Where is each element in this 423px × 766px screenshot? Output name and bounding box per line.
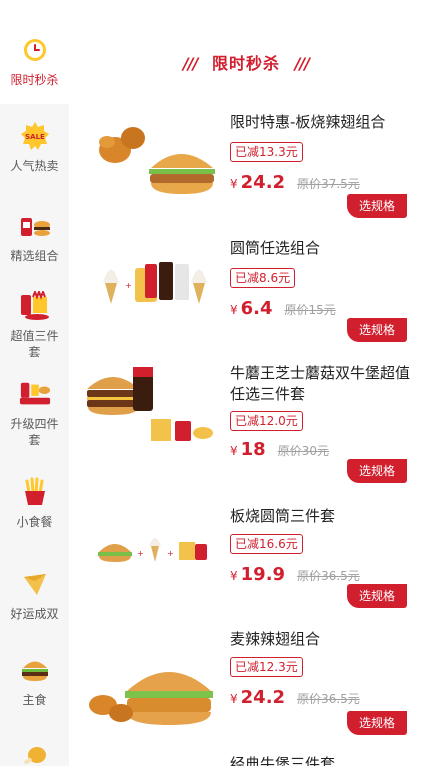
svg-text:SALE: SALE	[25, 133, 45, 141]
sidebar-item-three-piece[interactable]: 超值三件套	[0, 290, 69, 360]
product-card[interactable]: + 圆筒任选组合 已减8.6元 ¥ 6.4 原价15元 选规格	[69, 238, 423, 366]
sidebar-item-more[interactable]	[0, 740, 69, 766]
product-image	[83, 651, 223, 751]
price-row: ¥ 24.2 原价36.5元	[230, 687, 360, 708]
product-name: 圆筒任选组合	[230, 239, 321, 257]
sidebar-item-flash-sale[interactable]: 限时秒杀	[0, 0, 69, 104]
clock-icon	[19, 34, 51, 66]
price-row: ¥ 19.9 原价36.5元	[230, 564, 360, 585]
product-name: 限时特惠-板烧辣翅组合	[230, 113, 386, 131]
pie-icon	[19, 568, 51, 600]
sidebar-item-label: 小食餐	[16, 515, 53, 529]
category-sidebar: 限时秒杀 SALE 人气热卖 精选组合 超值三件套 升级四件套 小食餐 好运成双…	[0, 0, 69, 766]
product-name: 经典牛堡三件套	[230, 755, 336, 766]
currency-symbol: ¥	[230, 177, 238, 191]
sale-price: 24.2	[240, 687, 286, 708]
currency-symbol: ¥	[230, 303, 238, 317]
fries-icon	[19, 476, 51, 508]
currency-symbol: ¥	[230, 692, 238, 706]
three-piece-set-icon	[19, 290, 51, 322]
price-row: ¥ 6.4 原价15元	[230, 298, 336, 319]
sale-price: 6.4	[240, 298, 273, 319]
section-title-text: 限时秒杀	[211, 54, 280, 73]
select-spec-button[interactable]: 选规格	[347, 194, 407, 218]
original-price: 原价36.5元	[297, 569, 360, 583]
select-spec-button[interactable]: 选规格	[347, 459, 407, 483]
product-name: 板烧圆筒三件套	[230, 507, 336, 525]
product-image: +	[83, 238, 223, 338]
product-card[interactable]: 麦辣辣翅组合 已减12.3元 ¥ 24.2 原价36.5元 选规格	[69, 629, 423, 757]
discount-badge: 已减12.3元	[230, 657, 303, 677]
original-price: 原价30元	[277, 444, 329, 458]
section-title: /// 限时秒杀 ///	[69, 50, 423, 74]
currency-symbol: ¥	[230, 569, 238, 583]
decorative-slashes-icon: ///	[294, 54, 311, 73]
sidebar-item-label: 限时秒杀	[10, 73, 59, 87]
four-piece-set-icon	[19, 378, 51, 410]
sidebar-item-label: 主食	[22, 693, 47, 707]
product-card[interactable]: + + 板烧圆筒三件套 已减16.6元 ¥ 19.9 原价36.5元 选规格	[69, 506, 423, 634]
product-image: + +	[83, 506, 223, 606]
drumstick-icon	[19, 740, 51, 766]
product-name: 麦辣辣翅组合	[230, 630, 321, 648]
sidebar-item-main-dish[interactable]: 主食	[0, 654, 69, 708]
product-name: 牛蘑王芝士蘑菇双牛堡超值任选三件套	[230, 364, 411, 403]
discount-badge: 已减16.6元	[230, 534, 303, 554]
select-spec-button[interactable]: 选规格	[347, 711, 407, 735]
original-price: 原价36.5元	[297, 692, 360, 706]
discount-badge: 已减13.3元	[230, 142, 303, 162]
select-spec-button[interactable]: 选规格	[347, 318, 407, 342]
sale-badge-icon: SALE	[19, 120, 51, 152]
svg-text:+: +	[137, 549, 144, 558]
svg-text:+: +	[125, 281, 132, 290]
original-price: 原价37.5元	[297, 177, 360, 191]
price-row: ¥ 18 原价30元	[230, 439, 329, 460]
product-list: /// 限时秒杀 /// 限时特惠-板烧辣翅组合 已减13.3元 ¥ 24.2 …	[69, 0, 423, 766]
product-image	[83, 112, 223, 212]
sidebar-item-label: 超值三件套	[10, 329, 59, 359]
combo-meal-icon	[19, 210, 51, 242]
sidebar-item-popular[interactable]: SALE 人气热卖	[0, 120, 69, 174]
discount-badge: 已减8.6元	[230, 268, 296, 288]
sidebar-item-four-piece[interactable]: 升级四件套	[0, 378, 69, 448]
product-card[interactable]: 限时特惠-板烧辣翅组合 已减13.3元 ¥ 24.2 原价37.5元 选规格	[69, 112, 423, 240]
product-card[interactable]: 经典牛堡三件套	[69, 754, 423, 766]
decorative-slashes-icon: ///	[182, 54, 199, 73]
sidebar-item-label: 人气热卖	[10, 159, 59, 173]
svg-text:+: +	[167, 549, 174, 558]
sale-price: 24.2	[240, 172, 286, 193]
discount-badge: 已减12.0元	[230, 411, 303, 431]
sale-price: 18	[240, 439, 266, 460]
sidebar-item-lucky-pair[interactable]: 好运成双	[0, 568, 69, 622]
product-image	[83, 363, 223, 453]
product-card[interactable]: 牛蘑王芝士蘑菇双牛堡超值任选三件套 已减12.0元 ¥ 18 原价30元 选规格	[69, 363, 423, 513]
select-spec-button[interactable]: 选规格	[347, 584, 407, 608]
sidebar-item-label: 升级四件套	[10, 417, 59, 447]
sale-price: 19.9	[240, 564, 286, 585]
original-price: 原价15元	[284, 303, 336, 317]
sidebar-item-combo[interactable]: 精选组合	[0, 210, 69, 264]
currency-symbol: ¥	[230, 444, 238, 458]
sidebar-item-label: 好运成双	[10, 607, 59, 621]
burger-icon	[19, 654, 51, 686]
price-row: ¥ 24.2 原价37.5元	[230, 172, 360, 193]
sidebar-item-label: 精选组合	[10, 249, 59, 263]
sidebar-item-snacks[interactable]: 小食餐	[0, 476, 69, 530]
